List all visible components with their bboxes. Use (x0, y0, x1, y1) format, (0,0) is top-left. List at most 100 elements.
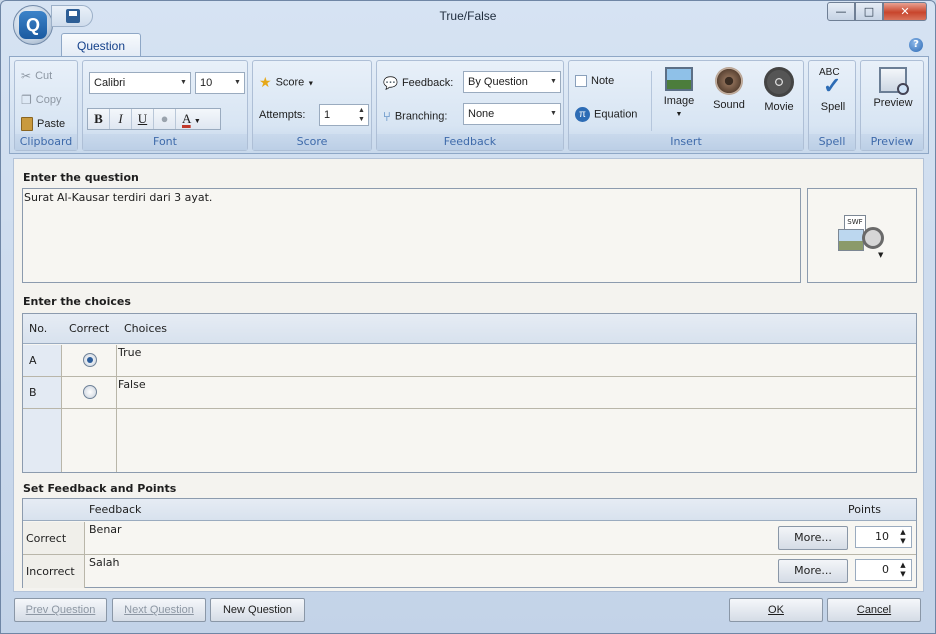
branching-select[interactable]: None ▼ (463, 103, 561, 125)
attempts-value: 1 (324, 109, 331, 121)
speaker-icon (715, 67, 743, 95)
image-icon (665, 67, 693, 91)
chevron-down-icon: ▼ (307, 80, 315, 88)
column-header-points: Points (848, 503, 882, 516)
points-stepper[interactable]: 0 ▲ ▼ (855, 559, 912, 581)
table-row: Correct Benar More... 10 ▲ ▼ (23, 522, 916, 555)
stepper-arrows-icon[interactable]: ▲ ▼ (897, 561, 909, 579)
font-color-button[interactable]: A ▼ (176, 109, 220, 129)
bold-button[interactable]: B (88, 109, 110, 129)
sound-label: Sound (713, 99, 745, 111)
cancel-label: Cancel (856, 604, 892, 616)
branching-label: ⑂ Branching: (383, 109, 447, 124)
feedback-group-label: Feedback (377, 134, 563, 150)
preview-group: Preview Preview (860, 60, 924, 151)
prev-question-button[interactable]: Prev Question (14, 598, 107, 622)
points-stepper[interactable]: 10 ▲ ▼ (855, 526, 912, 548)
cancel-button[interactable]: Cancel (827, 598, 921, 622)
spellcheck-icon: ABC ✓ (817, 67, 849, 98)
stepper-arrows-icon[interactable]: ▲ ▼ (897, 528, 909, 546)
chevron-down-icon: ▼ (550, 78, 557, 85)
column-header-feedback: Feedback (89, 503, 142, 516)
ok-button[interactable]: OK (729, 598, 823, 622)
equation-label: Equation (594, 108, 638, 121)
maximize-button[interactable]: □ (855, 2, 883, 21)
image-button[interactable]: Image ▼ (657, 67, 701, 119)
table-row: A True (23, 345, 916, 377)
font-family-value: Calibri (94, 77, 126, 89)
score-button[interactable]: ★ Score ▼ (259, 74, 314, 91)
attempts-stepper[interactable]: 1 ▲ ▼ (319, 104, 369, 126)
table-row-empty[interactable] (23, 409, 916, 472)
paste-button[interactable]: Paste (21, 117, 65, 131)
paste-icon (21, 117, 33, 131)
image-label: Image (663, 95, 695, 107)
equation-button[interactable]: π Equation (575, 107, 637, 122)
column-header-choices: Choices (124, 322, 167, 335)
choice-text-field[interactable]: True (118, 345, 916, 376)
insert-group: Note π Equation Image ▼ Sound Movie Insert (568, 60, 804, 151)
score-group-label: Score (253, 134, 371, 150)
copy-button[interactable]: ❐ Copy (21, 93, 61, 107)
attempts-label: Attempts: (259, 109, 306, 121)
preview-button[interactable]: Preview (865, 67, 921, 109)
more-button[interactable]: More... (778, 526, 848, 550)
movie-label: Movie (764, 101, 794, 113)
chevron-down-icon: ▼ (193, 117, 201, 125)
media-icon: SWF ▼ (838, 215, 888, 259)
chevron-down-icon: ▼ (550, 110, 557, 117)
underline-button[interactable]: U (132, 109, 154, 129)
highlight-icon[interactable]: ● (154, 109, 176, 129)
table-row: Incorrect Salah More... 0 ▲ ▼ (23, 555, 916, 588)
clipboard-group-label: Clipboard (15, 134, 77, 150)
help-icon[interactable]: ? (909, 38, 923, 52)
close-button[interactable]: ✕ (883, 2, 927, 21)
media-insert-button[interactable]: SWF ▼ (807, 188, 917, 283)
font-size-select[interactable]: 10 ▼ (195, 72, 245, 94)
ribbon: ✂ Cut ❐ Copy Paste Clipboard Calibri ▼ 10 ▼ … (9, 56, 929, 154)
movie-button[interactable]: Movie (757, 67, 801, 113)
points-value: 0 (882, 563, 889, 576)
minimize-button[interactable]: — (827, 2, 855, 21)
insert-separator (651, 71, 652, 131)
feedback-section-title: Set Feedback and Points (23, 482, 177, 495)
more-button[interactable]: More... (778, 559, 848, 583)
spell-button[interactable]: ABC ✓ Spell (811, 67, 855, 113)
feedback-select[interactable]: By Question ▼ (463, 71, 561, 93)
format-toolbar: B I U ● A ▼ (87, 108, 221, 130)
choice-number: B (23, 377, 62, 408)
italic-button[interactable]: I (110, 109, 132, 129)
spell-group-label: Spell (809, 134, 855, 150)
feedback-label-text: Feedback: (401, 76, 454, 89)
question-text-field[interactable]: Surat Al-Kausar terdiri dari 3 ayat. (22, 188, 801, 283)
scissors-icon: ✂ (21, 69, 32, 83)
preview-icon (879, 67, 909, 95)
feedback-text-field[interactable]: Salah (89, 556, 120, 569)
tab-question[interactable]: Question (61, 33, 141, 57)
picture-icon (838, 229, 864, 251)
cut-label: Cut (35, 69, 53, 82)
magnifier-icon (897, 83, 909, 95)
feedback-group: 💬 Feedback: By Question ▼ ⑂ Branching: None… (376, 60, 564, 151)
stepper-arrows-icon[interactable]: ▲ ▼ (355, 105, 368, 125)
correct-radio[interactable] (83, 353, 97, 367)
cut-button[interactable]: ✂ Cut (21, 69, 52, 83)
checkmark-icon: ✓ (823, 73, 842, 98)
new-question-button[interactable]: New Question (210, 598, 305, 622)
branching-label-text: Branching: (394, 110, 448, 123)
note-button[interactable]: Note (575, 75, 614, 88)
next-question-label: Next Question (124, 604, 194, 616)
sound-button[interactable]: Sound (707, 67, 751, 111)
feedback-row-label: Correct (23, 522, 85, 554)
font-family-select[interactable]: Calibri ▼ (89, 72, 191, 94)
choices-table-header: No. Correct Choices (23, 314, 916, 344)
title-bar: Q True/False — □ ✕ (1, 1, 935, 45)
font-group-label: Font (83, 134, 247, 150)
font-group: Calibri ▼ 10 ▼ B I U ● A ▼ Font (82, 60, 248, 151)
next-question-button[interactable]: Next Question (112, 598, 206, 622)
feedback-text-field[interactable]: Benar (89, 523, 122, 536)
prev-question-label: Prev Question (25, 604, 96, 616)
choice-text-field[interactable]: False (118, 377, 916, 408)
chevron-down-icon: ▼ (878, 251, 884, 259)
correct-radio[interactable] (83, 385, 97, 399)
